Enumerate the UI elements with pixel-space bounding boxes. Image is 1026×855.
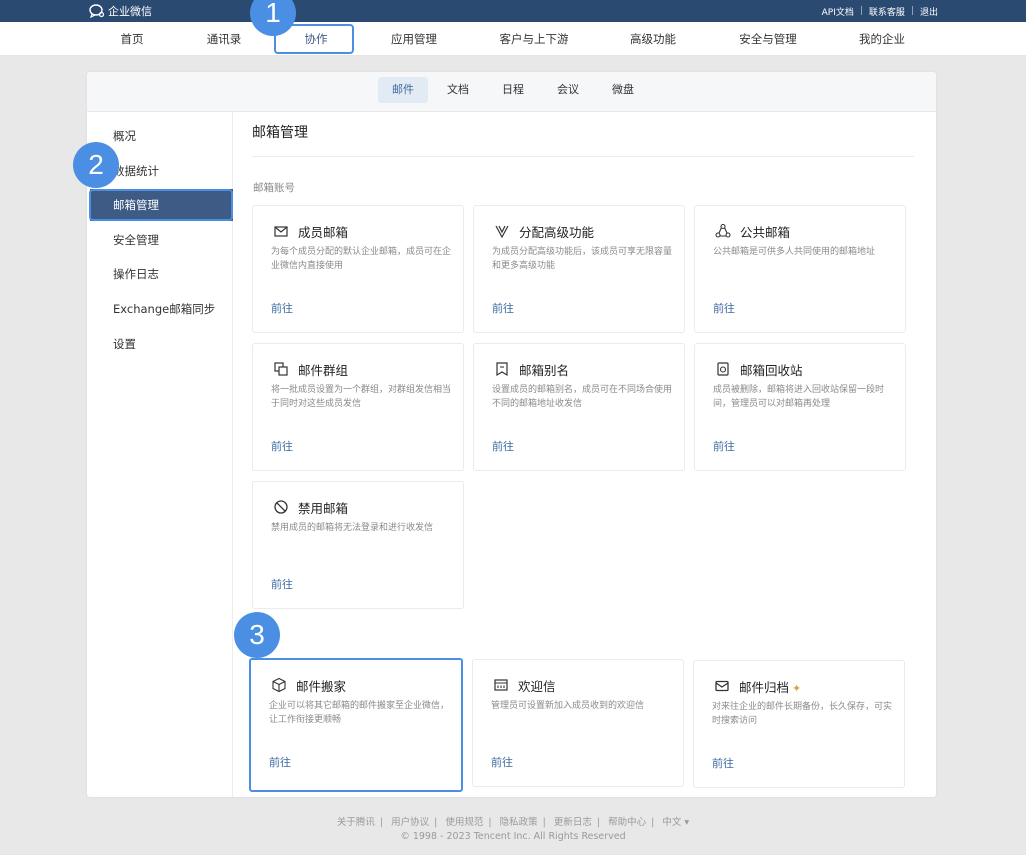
card-desc: 公共邮箱是可供多人共同使用的邮箱地址 (713, 247, 876, 257)
card-desc: 企业可以将其它邮箱的邮件搬家至企业微信，让工作衔接更顺畅 (269, 701, 450, 725)
subtab-mail[interactable]: 邮件 (378, 77, 428, 103)
subtab-docs[interactable]: 文档 (433, 77, 483, 103)
card-desc: 设置成员的邮箱别名，成员可在不同场合使用不同的邮箱地址收发信 (492, 385, 673, 409)
card-public-mailbox[interactable]: 公共邮箱 公共邮箱是可供多人共同使用的邮箱地址 前往 (694, 205, 906, 333)
footer-terms[interactable]: 用户协议 (391, 817, 429, 828)
footer-privacy[interactable]: 隐私政策 (500, 817, 538, 828)
card-desc: 管理员可设置新加入成员收到的欢迎信 (491, 701, 645, 711)
title-divider (252, 156, 914, 157)
copyright: © 1998 - 2023 Tencent Inc. All Rights Re… (400, 831, 626, 842)
sub-nav: 邮件 文档 日程 会议 微盘 (87, 72, 936, 112)
card-mail-archive[interactable]: 邮件归档 ✦ 对来往企业的邮件长期备份，长久保存，可实时搜索访问 前往 (693, 660, 905, 788)
sparkle-icon: ✦ (792, 682, 802, 695)
card-member-mailbox[interactable]: 成员邮箱 为每个成员分配的默认企业邮箱，成员可在企业微信内直接使用 前往 (252, 205, 464, 333)
card-title-text: 邮件归档 (739, 680, 790, 695)
contact-support-link[interactable]: 联系客服 (869, 5, 905, 18)
card-mail-migration[interactable]: 邮件搬家 企业可以将其它邮箱的邮件搬家至企业微信，让工作衔接更顺畅 前往 (249, 658, 463, 792)
alias-icon (496, 362, 508, 377)
card-title: 邮箱别名 (519, 363, 570, 378)
go-link[interactable]: 前往 (271, 576, 293, 592)
go-link[interactable]: 前往 (271, 438, 293, 454)
card-mail-group[interactable]: 邮件群组 将一批成员设置为一个群组，对群组发信相当于同时对这些成员发信 前往 (252, 343, 464, 471)
card-recycle-bin[interactable]: 邮箱回收站 成员被删除，邮箱将进入回收站保留一段时间，管理员可以对邮箱再处理 前… (694, 343, 906, 471)
welcome-icon (494, 679, 508, 691)
footer-about[interactable]: 关于腾讯 (337, 817, 375, 828)
footer-usage-rules[interactable]: 使用规范 (445, 817, 483, 828)
card-title: 禁用邮箱 (298, 501, 349, 516)
box-icon (272, 677, 286, 693)
nav-contacts[interactable]: 通讯录 (207, 22, 242, 56)
go-link[interactable]: 前往 (492, 300, 514, 316)
card-desc: 成员被删除，邮箱将进入回收站保留一段时间，管理员可以对邮箱再处理 (713, 385, 885, 409)
main-panel: 邮件 文档 日程 会议 微盘 概况 数据统计 邮箱管理 安全管理 操作日志 Ex… (87, 72, 936, 797)
go-link[interactable]: 前往 (713, 438, 735, 454)
go-link[interactable]: 前往 (492, 438, 514, 454)
go-link[interactable]: 前往 (491, 754, 513, 770)
subtab-meeting[interactable]: 会议 (543, 77, 593, 103)
share-icon (715, 223, 731, 238)
app-logo[interactable]: 企业微信 (89, 2, 152, 20)
nav-advanced[interactable]: 高级功能 (630, 22, 676, 56)
card-desc: 禁用成员的邮箱将无法登录和进行收发信 (271, 523, 434, 533)
envelope-icon (274, 226, 288, 237)
card-desc: 对来往企业的邮件长期备份，长久保存，可实时搜索访问 (712, 702, 893, 726)
footer-changelog[interactable]: 更新日志 (554, 817, 592, 828)
content-area: 邮箱管理 邮箱账号 成员邮箱 为每个成员分配的默认企业邮箱，成员可在企业微信内直… (234, 112, 936, 797)
card-disable-mailbox[interactable]: 禁用邮箱 禁用成员的邮箱将无法登录和进行收发信 前往 (252, 481, 464, 609)
footer-links: 关于腾讯 | 用户协议 | 使用规范 | 隐私政策 | 更新日志 | 帮助中心 | 中文 ▾ (336, 817, 690, 828)
card-title: 公共邮箱 (740, 225, 791, 240)
section-title-accounts: 邮箱账号 (253, 182, 295, 194)
annotation-badge-2: 2 (73, 142, 119, 188)
sidebar-item-settings[interactable]: 设置 (90, 328, 233, 360)
recycle-icon (717, 362, 729, 376)
page-title: 邮箱管理 (252, 125, 308, 141)
card-title: 分配高级功能 (519, 225, 595, 240)
card-title: 邮箱回收站 (740, 363, 803, 378)
group-icon (274, 362, 288, 376)
nav-security[interactable]: 安全与管理 (739, 22, 797, 56)
logout-link[interactable]: 退出 (920, 5, 938, 18)
footer-help[interactable]: 帮助中心 (608, 817, 646, 828)
v-icon (495, 225, 509, 239)
card-assign-advanced[interactable]: 分配高级功能 为成员分配高级功能后，该成员可享无限容量和更多高级功能 前往 (473, 205, 685, 333)
ban-icon (274, 500, 288, 514)
top-bar: 企业微信 API文档 | 联系客服 | 退出 (0, 0, 1026, 22)
main-nav: 首页 通讯录 协作 应用管理 客户与上下游 高级功能 安全与管理 我的企业 (0, 22, 1026, 56)
card-title: 邮件搬家 (296, 679, 347, 694)
card-desc: 为成员分配高级功能后，该成员可享无限容量和更多高级功能 (492, 247, 673, 271)
card-mailbox-alias[interactable]: 邮箱别名 设置成员的邮箱别名，成员可在不同场合使用不同的邮箱地址收发信 前往 (473, 343, 685, 471)
annotation-box-2 (89, 189, 233, 221)
nav-my-company[interactable]: 我的企业 (859, 22, 905, 56)
sidebar-item-security[interactable]: 安全管理 (90, 224, 233, 256)
top-links: API文档 | 联系客服 | 退出 (821, 5, 938, 18)
card-desc: 为每个成员分配的默认企业邮箱，成员可在企业微信内直接使用 (271, 247, 452, 271)
sidebar-item-operation-log[interactable]: 操作日志 (90, 258, 233, 290)
go-link[interactable]: 前往 (269, 754, 291, 770)
nav-home[interactable]: 首页 (121, 22, 144, 56)
subtab-calendar[interactable]: 日程 (488, 77, 538, 103)
card-title: 邮件归档 ✦ (739, 677, 801, 696)
nav-customers[interactable]: 客户与上下游 (500, 22, 569, 56)
app-logo-text: 企业微信 (108, 5, 152, 18)
annotation-badge-3: 3 (234, 612, 280, 658)
card-desc: 将一批成员设置为一个群组，对群组发信相当于同时对这些成员发信 (271, 385, 452, 409)
archive-icon (715, 680, 729, 692)
card-welcome-letter[interactable]: 欢迎信 管理员可设置新加入成员收到的欢迎信 前往 (472, 659, 684, 787)
go-link[interactable]: 前往 (271, 300, 293, 316)
card-title: 邮件群组 (298, 363, 349, 378)
go-link[interactable]: 前往 (713, 300, 735, 316)
language-select[interactable]: 中文 ▾ (662, 817, 689, 828)
wecom-logo-icon (89, 4, 105, 18)
card-title: 成员邮箱 (298, 225, 349, 240)
api-docs-link[interactable]: API文档 (822, 5, 854, 18)
card-title: 欢迎信 (518, 679, 556, 694)
go-link[interactable]: 前往 (712, 755, 734, 771)
sidebar-item-exchange-sync[interactable]: Exchange邮箱同步 (90, 293, 233, 325)
nav-app-management[interactable]: 应用管理 (391, 22, 437, 56)
subtab-drive[interactable]: 微盘 (598, 77, 648, 103)
